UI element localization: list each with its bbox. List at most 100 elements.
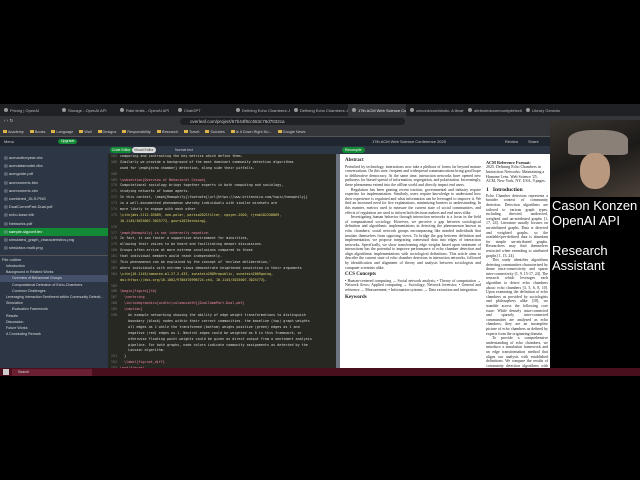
file-item[interactable]: acmdatamodel.dbx — [0, 162, 108, 170]
file-item[interactable]: acmnumeric.bbx — [0, 179, 108, 187]
bookmark-item[interactable]: Google News — [278, 130, 306, 134]
file-outline-header[interactable]: File outline — [0, 255, 108, 262]
recompile-button[interactable]: Recompile — [342, 147, 365, 153]
ccs-text: • Human-centered computing → Social netw… — [345, 278, 481, 293]
outline-title: File outline — [2, 257, 22, 262]
favicon-icon — [410, 108, 414, 112]
bookmark-item[interactable]: Research — [157, 130, 178, 134]
bookmark-item[interactable]: Wall — [79, 130, 91, 134]
url-input[interactable]: overleaf.com/project/67b44f8cc553c78d783… — [180, 118, 405, 125]
favicon-icon — [236, 108, 240, 112]
keywords-heading: Keywords — [345, 294, 367, 300]
tab-label: Pricing | OpenAI — [10, 107, 40, 113]
browser-tab-bar: Pricing | OpenAI Storage - OpenAI API Rate… — [0, 104, 640, 116]
outline-item[interactable]: A Concluding Remark — [0, 331, 108, 337]
review-button[interactable]: Review — [505, 139, 518, 144]
file-item[interactable]: acmauthoryear.cbx — [0, 154, 108, 162]
bookmark-item[interactable]: Books — [30, 130, 46, 134]
file-item[interactable]: simulator-multi.png — [0, 244, 108, 252]
tab-label: Storage - OpenAI API — [68, 107, 107, 113]
file-item[interactable]: combined_DLS.PNG — [0, 195, 108, 203]
nav-buttons[interactable]: ‹ › ↻ — [4, 118, 13, 124]
favicon-icon — [468, 108, 472, 112]
file-item[interactable]: sample-sigconf.tex — [0, 227, 108, 236]
share-button[interactable]: Share — [528, 139, 539, 144]
favicon-icon — [120, 108, 124, 112]
file-item[interactable]: simulated_graph_characteristics.png — [0, 236, 108, 244]
browser-tab[interactable]: Rate limits - OpenAI API — [116, 104, 174, 116]
intro-text: Echo Chamber detection represents a broa… — [486, 193, 548, 258]
browser-tab[interactable]: Storage - OpenAI API — [58, 104, 116, 116]
abstract-heading: Abstract — [345, 158, 364, 163]
abstract-text: Perturbed by technology, interactions no… — [345, 164, 481, 187]
bookmark-item[interactable]: Suicides — [205, 130, 224, 134]
bookmark-item[interactable]: Language — [51, 130, 73, 134]
browser-tab[interactable]: ChatGPT — [174, 104, 232, 116]
code-text: used for \emph{echo chamber} detection, … — [120, 165, 255, 170]
browser-tab[interactable]: Library Genesis — [522, 104, 580, 116]
project-title: 17th ACM Web Science Conference 2025 — [372, 139, 446, 144]
menu-button[interactable]: Menu — [4, 139, 14, 144]
taskbar-search[interactable]: Search — [12, 368, 92, 376]
start-icon[interactable] — [3, 369, 9, 375]
favicon-icon — [352, 108, 356, 112]
tab-label: ChatGPT — [184, 107, 201, 113]
browser-tab[interactable]: Defining Echo Chambers: A Netw — [232, 104, 290, 116]
tab-label: Library Genesis — [532, 107, 561, 113]
tab-label: Rate limits - OpenAI API — [126, 107, 170, 113]
upgrade-button[interactable]: Upgrade — [58, 139, 78, 144]
browser-tab[interactable]: attributedcommunitydetection/C — [464, 104, 522, 116]
address-bar-row: ‹ › ↻ overleaf.com/project/67b44f8cc553c… — [0, 116, 640, 127]
bookmark-item[interactable]: Designs — [98, 130, 117, 134]
taskbar: Search — [0, 368, 640, 376]
overleaf-header: Menu Upgrade 17th ACM Web Science Confer… — [0, 137, 640, 146]
code-text: Louvain algorithm. — [120, 348, 165, 353]
pdf-preview: Abstract Perturbed by technology, intera… — [336, 154, 550, 368]
favicon-icon — [62, 108, 66, 112]
tab-label: 17th ACM Web Science Conf — [358, 107, 406, 113]
bookmark-item[interactable]: Responsibility — [122, 130, 150, 134]
favicon-icon — [4, 108, 8, 112]
abstract-p2: Regulation has been gaining recent tract… — [345, 187, 481, 215]
favicon-icon — [178, 108, 182, 112]
file-item[interactable]: Networks.pdf — [0, 220, 108, 228]
browser-tab[interactable]: Pricing | OpenAI — [0, 104, 58, 116]
text-style-select[interactable]: Normal text — [175, 148, 193, 152]
visual-editor-toggle[interactable]: Visual Editor — [132, 147, 156, 153]
browser-tab[interactable]: Defining Echo Chambers: A Netw — [290, 104, 348, 116]
code-editor[interactable]: 165 comparing and contrasting the key met… — [108, 154, 336, 368]
file-sidebar: acmauthoryear.cbxacmdatamodel.dbxacmguid… — [0, 154, 108, 368]
ccs-heading: CCS Concepts — [345, 272, 376, 278]
webcam-caption: Cason Konzen OpenAI API Research Assista… — [552, 198, 638, 273]
file-item[interactable]: acmnumeric.cbx — [0, 187, 108, 195]
file-tree: acmauthoryear.cbxacmdatamodel.dbxacmguid… — [0, 154, 108, 252]
file-item[interactable]: DualCommPart-Dual.pdf — [0, 203, 108, 211]
favicon-icon — [526, 108, 530, 112]
bookmarks-bar: Academy Books Language Wall Designs Responsib… — [0, 127, 640, 137]
code-text: doi:https://doi.org/10.1002/978047099872… — [120, 277, 267, 282]
code-text: 10.1145/3025007.3025773, gours2023echoin… — [120, 218, 208, 223]
code-editor-toggle[interactable]: Code Editor — [110, 147, 133, 153]
intro-p3: To provide a comprehensive understanding… — [486, 336, 548, 368]
file-item[interactable]: echo-base.bib — [0, 211, 108, 219]
tab-label: Defining Echo Chambers: A Netw — [300, 107, 348, 113]
intro-heading: 1 Introduction — [486, 187, 523, 194]
editor-toolbar: Code Editor Visual Editor Normal text Re… — [0, 146, 640, 154]
bookmark-item[interactable]: Is It Down Right No... — [231, 130, 272, 134]
bookmark-item[interactable]: Academy — [3, 130, 24, 134]
tab-label: attributedcommunitydetection/C — [474, 107, 522, 113]
file-outline: Introduction Background in Related Works O… — [0, 263, 108, 337]
intro-p2: This study identifies algorithms detecti… — [486, 258, 548, 336]
tab-label: Defining Echo Chambers: A Netw — [242, 107, 290, 113]
bookmark-item[interactable]: Travel — [184, 130, 199, 134]
file-item[interactable]: acmguide.pdf — [0, 170, 108, 178]
browser-tab[interactable]: cmconk/combbotic: A library for — [406, 104, 464, 116]
pdf-page: Abstract Perturbed by technology, intera… — [340, 154, 550, 368]
browser-tab[interactable]: 17th ACM Web Science Conf — [348, 104, 406, 116]
abstract-p3: Investigating human behavior through int… — [345, 215, 481, 270]
webcam-overlay: Cason Konzen OpenAI API Research Assista… — [550, 120, 640, 276]
ref-format-text: 2025. Defining Echo Chambers in Interact… — [486, 164, 546, 184]
webcam-video — [550, 120, 640, 197]
favicon-icon — [294, 108, 298, 112]
tab-label: cmconk/combbotic: A library for — [416, 107, 464, 113]
